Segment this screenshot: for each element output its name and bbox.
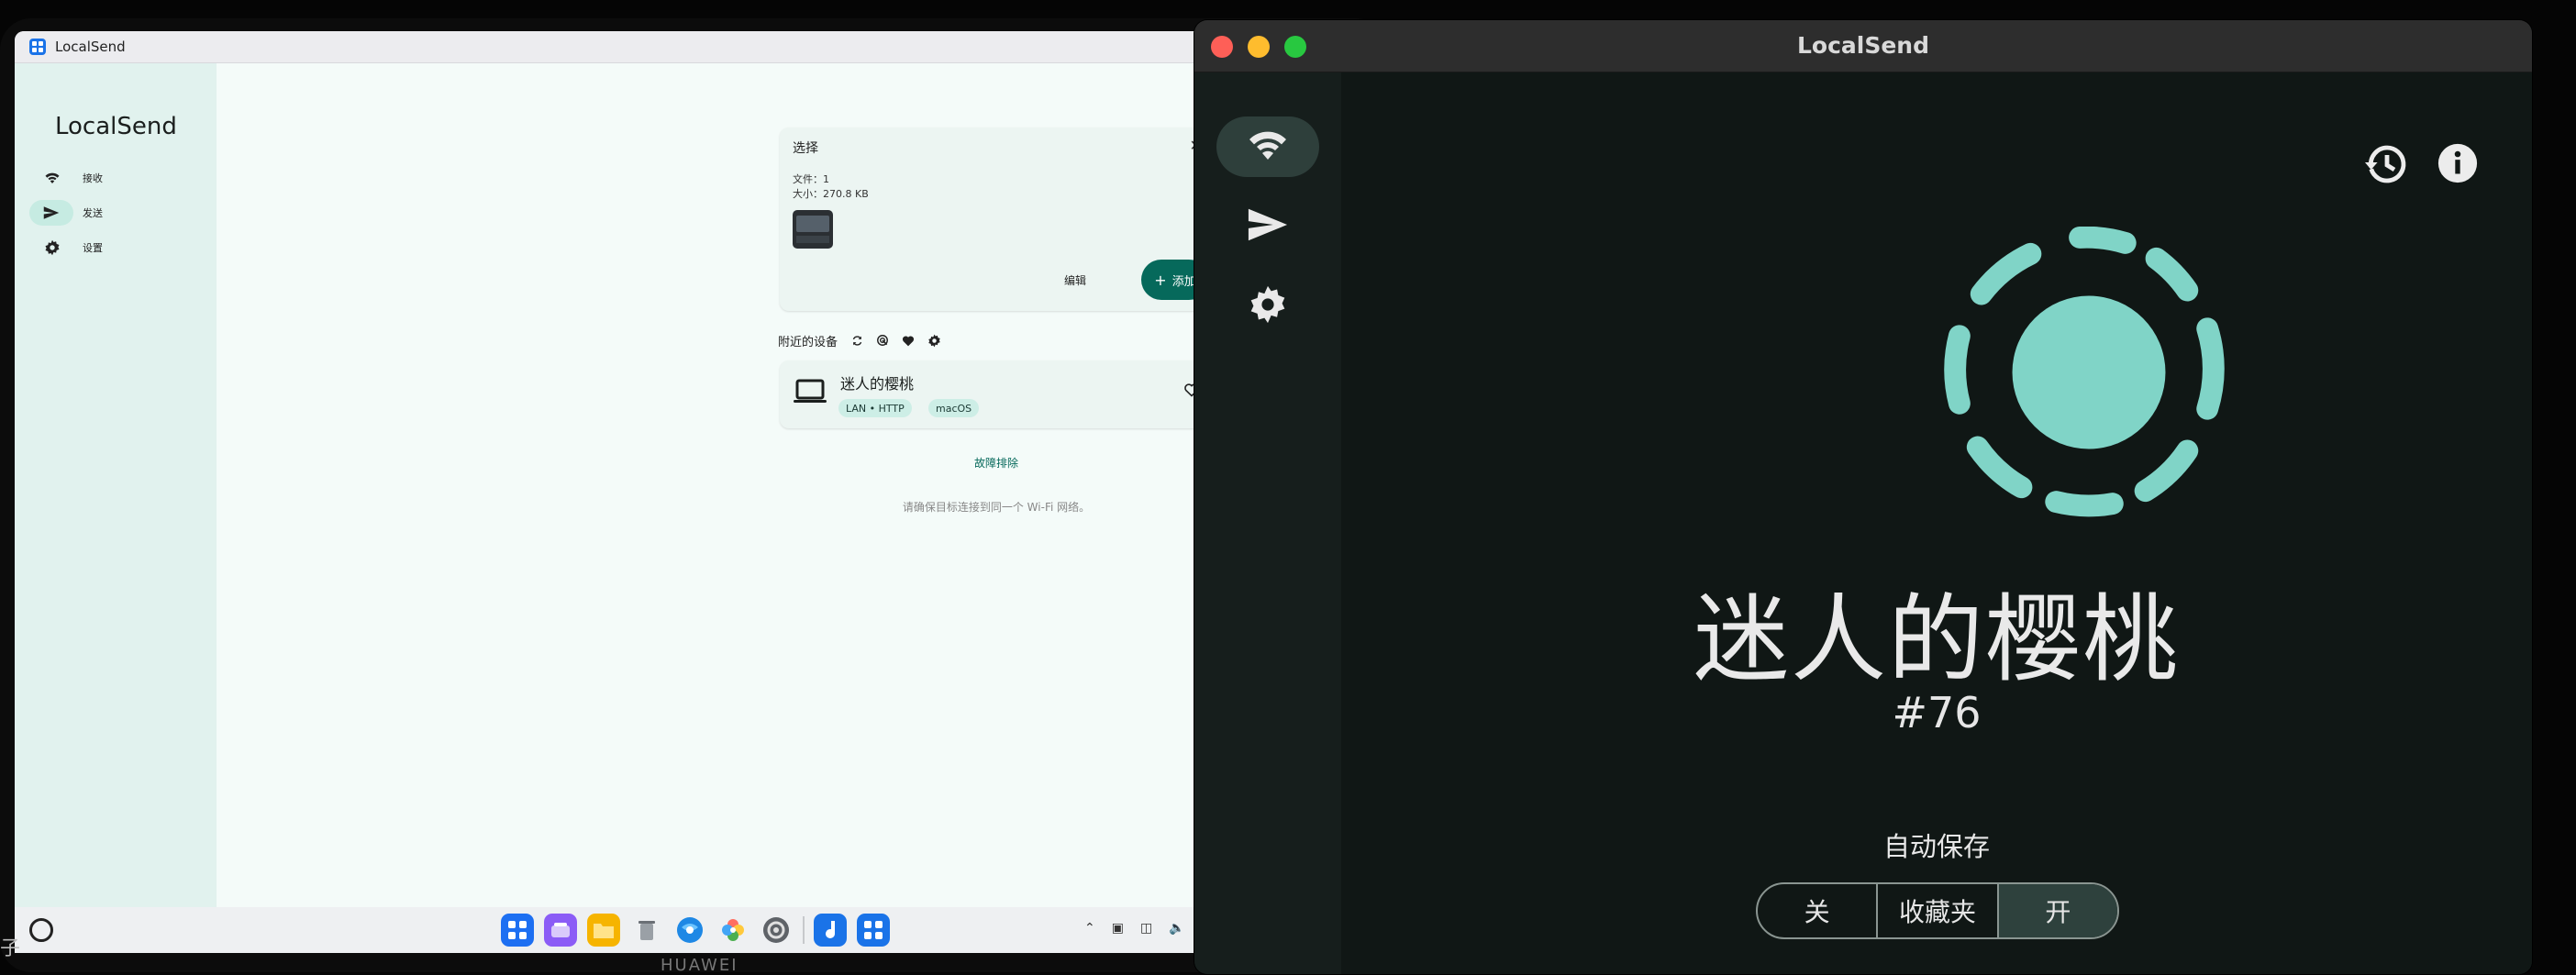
taskbar: ⌃ ▣ ◫ 🔈 [15, 907, 1372, 953]
dock [501, 914, 900, 947]
wifi-icon [39, 165, 66, 191]
wifi-icon [1246, 128, 1290, 165]
plus-icon: + [1154, 271, 1167, 289]
rail-item-settings[interactable] [1216, 276, 1319, 337]
device-name: 迷人的樱桃 [840, 375, 915, 393]
nearby-devices-header: 附近的设备 [778, 329, 949, 351]
rail-item-receive[interactable] [1216, 116, 1319, 177]
laptop-icon [793, 379, 827, 408]
settings-gear-icon[interactable] [924, 330, 944, 350]
assistant-circle-icon[interactable] [29, 918, 53, 942]
browser-icon[interactable] [673, 914, 706, 947]
cast-icon[interactable]: ◫ [1140, 921, 1152, 936]
music-app-icon[interactable] [814, 914, 847, 947]
network-hint: 请确保目标连接到同一个 Wi-Fi 网络。 [902, 501, 1091, 514]
selection-card: 选择 ✕ 文件：1 大小：270.8 KB 编辑 + 添加 [780, 127, 1213, 311]
volume-icon[interactable]: 🔈 [1169, 921, 1184, 936]
localsend-logo-icon [1944, 227, 2225, 517]
trash-icon[interactable] [630, 914, 663, 947]
app-grid-icon[interactable] [501, 914, 534, 947]
mac-window-title: LocalSend [1796, 32, 1930, 59]
localsend-app-icon [29, 39, 46, 55]
edge-text-fragment: 子 [0, 937, 21, 960]
navigation-rail [1194, 72, 1341, 974]
auto-save-favorites-option[interactable]: 收藏夹 [1878, 884, 1999, 937]
sidebar-item-label: 设置 [83, 242, 103, 254]
auto-save-off-option[interactable]: 关 [1758, 884, 1879, 937]
device-connection-chip: LAN • HTTP [838, 399, 912, 417]
tablet-sidebar: LocalSend 接收 发送 设置 [15, 63, 217, 907]
device-alias: 迷人的樱桃 [1693, 583, 2180, 695]
send-icon [29, 200, 73, 226]
mac-titlebar: LocalSend [1194, 20, 2532, 72]
sidebar-item-label: 发送 [83, 207, 103, 219]
device-os-chip: macOS [928, 399, 980, 417]
info-icon[interactable] [2437, 142, 2479, 188]
selection-file-count: 文件：1 [793, 173, 829, 185]
gear-icon [39, 235, 66, 260]
mac-localsend-window: LocalSend 迷人的樱桃 #76 自动保存 关 收藏夹 开 [1194, 20, 2532, 974]
sidebar-item-send[interactable]: 发送 [26, 199, 209, 227]
system-settings-icon[interactable] [760, 914, 793, 947]
history-icon[interactable] [2363, 142, 2407, 190]
radar-scan-icon[interactable] [872, 330, 893, 350]
tablet-window-title: LocalSend [55, 39, 126, 55]
dock-separator [803, 916, 805, 944]
favorites-heart-icon[interactable] [898, 330, 918, 350]
add-button-label: 添加 [1171, 274, 1196, 289]
selection-file-size: 大小：270.8 KB [793, 188, 869, 200]
nearby-device-card[interactable]: 迷人的樱桃 LAN • HTTP macOS [780, 360, 1213, 428]
file-thumbnail[interactable] [793, 210, 833, 249]
sidebar-item-receive[interactable]: 接收 [26, 164, 209, 192]
localsend-dock-icon[interactable] [857, 914, 890, 947]
auto-save-on-option[interactable]: 开 [1998, 884, 2117, 937]
system-tray: ⌃ ▣ ◫ 🔈 [1084, 921, 1202, 936]
brand-title: LocalSend [55, 113, 177, 140]
multitask-icon[interactable] [544, 914, 577, 947]
tablet-screen: LocalSend LocalSend 接收 发送 设置 选择 文件：1 大小：… [15, 31, 1372, 953]
refresh-icon[interactable] [847, 330, 867, 350]
gallery-icon[interactable] [716, 914, 749, 947]
tablet-device: LocalSend LocalSend 接收 发送 设置 选择 文件：1 大小：… [0, 18, 1387, 975]
nearby-devices-title: 附近的设备 [778, 335, 838, 349]
auto-save-label: 自动保存 [1882, 831, 1990, 862]
send-icon [1247, 206, 1289, 247]
edit-button[interactable]: 编辑 [1064, 272, 1086, 288]
sidebar-item-label: 接收 [83, 172, 103, 184]
tablet-window-titlebar: LocalSend [15, 31, 1372, 63]
gear-icon [1248, 284, 1288, 328]
troubleshoot-link[interactable]: 故障排除 [785, 455, 1207, 471]
rail-item-send[interactable] [1216, 196, 1319, 257]
device-fingerprint: #76 [1892, 688, 1982, 737]
device-brand-label: HUAWEI [661, 956, 738, 975]
folder-icon[interactable] [587, 914, 620, 947]
sidebar-item-settings[interactable]: 设置 [26, 234, 209, 261]
auto-save-segmented-control: 关 收藏夹 开 [1756, 882, 2119, 939]
chevron-up-icon[interactable]: ⌃ [1084, 921, 1095, 936]
input-method-icon[interactable]: ▣ [1112, 921, 1124, 936]
selection-title: 选择 [793, 141, 818, 156]
